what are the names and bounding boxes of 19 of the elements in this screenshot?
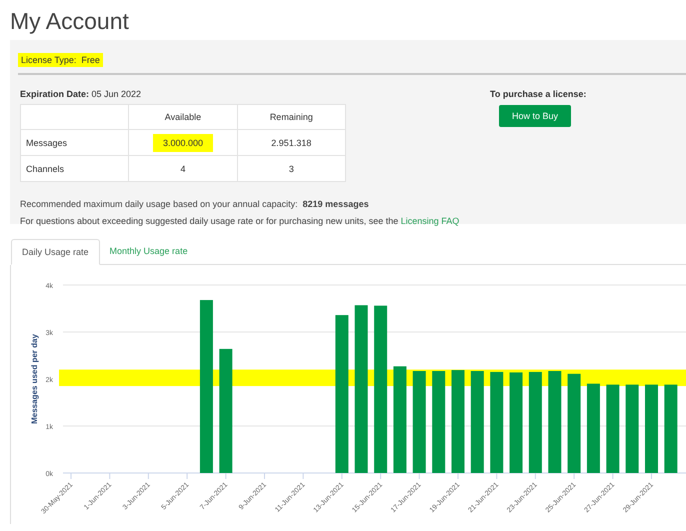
tab[interactable]: Daily Usage rate — [11, 239, 100, 265]
table-cell: Messages — [20, 130, 129, 156]
column-header: Remaining — [237, 104, 346, 130]
highlighted-value: 3.000.000 — [152, 134, 214, 152]
table-cell: 2.951.318 — [237, 130, 346, 156]
expiration-date: Expiration Date: 05 Jun 2022 — [20, 89, 142, 99]
faq-text: For questions about exceeding suggested daily usage rate or for purchasing new units, see the Licensing FAQ — [19, 215, 460, 228]
how-to-buy-button[interactable]: How to Buy — [499, 105, 572, 127]
y-axis-title: Messages used per day — [30, 334, 39, 424]
tab[interactable]: Monthly Usage rate — [100, 239, 198, 264]
page-title: My Account — [9, 7, 130, 36]
license-type: License Type: Free — [18, 53, 103, 67]
table-cell: 3 — [237, 156, 346, 182]
table-cell: 4 — [128, 156, 238, 182]
recommendation-text: Recommended maximum daily usage based on your annual capacity: 8219 messages — [19, 198, 370, 211]
purchase-label: To purchase a license: — [490, 89, 586, 99]
column-header: Available — [128, 104, 238, 130]
table-cell: Channels — [20, 156, 129, 182]
licensing-faq-link[interactable]: Licensing FAQ — [400, 216, 460, 226]
